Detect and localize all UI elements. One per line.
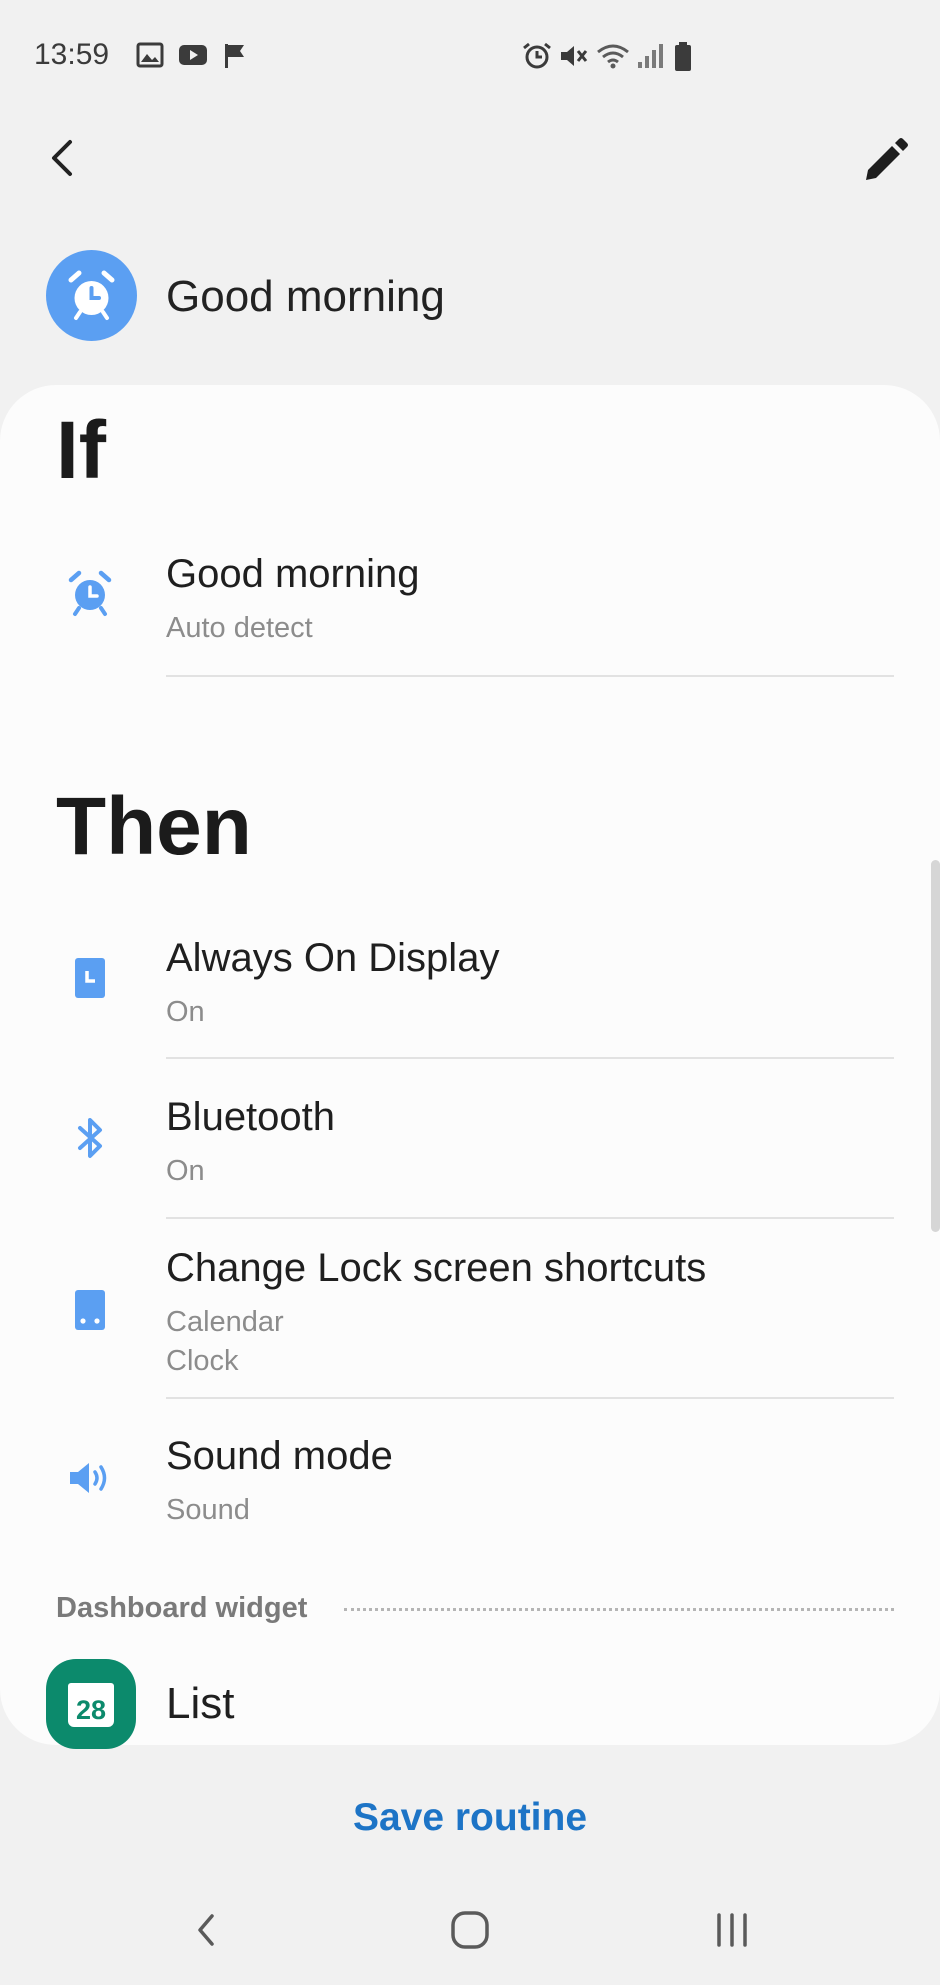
divider: [166, 1217, 894, 1219]
then-item-title[interactable]: Bluetooth: [166, 1095, 335, 1140]
recents-nav-button[interactable]: [692, 1898, 772, 1962]
routine-card: [0, 385, 940, 1745]
then-item-title[interactable]: Sound mode: [166, 1434, 393, 1479]
then-item-subtitle: On: [166, 996, 205, 1028]
back-button[interactable]: [36, 130, 92, 186]
if-item-title[interactable]: Good morning: [166, 552, 419, 597]
signal-icon: [638, 44, 663, 68]
dotted-divider: [344, 1608, 894, 1611]
save-routine-button[interactable]: Save routine: [320, 1790, 620, 1846]
sound-icon: [70, 1463, 107, 1493]
divider: [166, 1057, 894, 1059]
image-icon: [136, 42, 164, 68]
routine-title[interactable]: Good morning: [166, 272, 445, 322]
scrollbar[interactable]: [931, 860, 940, 1232]
home-nav-button[interactable]: [430, 1898, 510, 1962]
battery-icon: [675, 42, 691, 71]
then-item-subtitle-line: Calendar: [166, 1306, 284, 1338]
calendar-glyph-icon: 28: [68, 1683, 114, 1727]
calendar-day-number: 28: [76, 1695, 106, 1725]
widget-title[interactable]: List: [166, 1679, 234, 1729]
status-time: 13:59: [34, 38, 110, 71]
routine-icon: [46, 250, 137, 341]
alarm-icon: [523, 42, 551, 69]
alarm-clock-icon: [68, 270, 115, 320]
pencil-icon[interactable]: [852, 130, 916, 194]
calendar-icon: 28: [46, 1659, 136, 1749]
then-item-subtitle: Sound: [166, 1494, 250, 1526]
back-nav-button[interactable]: [166, 1898, 246, 1962]
flag-icon: [225, 44, 244, 68]
dashboard-widget-label: Dashboard widget: [56, 1592, 308, 1624]
then-item-title[interactable]: Change Lock screen shortcuts: [166, 1246, 706, 1291]
then-heading: Then: [56, 781, 252, 872]
then-item-subtitle: On: [166, 1155, 205, 1187]
youtube-icon: [179, 45, 207, 65]
then-item-title[interactable]: Always On Display: [166, 936, 499, 981]
lock-screen-shortcuts-icon: [75, 1290, 105, 1330]
if-item-subtitle: Auto detect: [166, 612, 313, 644]
always-on-display-icon: [75, 958, 105, 998]
divider: [166, 1397, 894, 1399]
if-heading: If: [56, 405, 107, 496]
alarm-clock-icon: [68, 570, 112, 616]
then-item-subtitle-line: Clock: [166, 1345, 239, 1377]
mute-icon: [561, 46, 588, 66]
wifi-icon: [597, 44, 629, 69]
bluetooth-icon: [78, 1118, 102, 1158]
divider: [166, 675, 894, 677]
